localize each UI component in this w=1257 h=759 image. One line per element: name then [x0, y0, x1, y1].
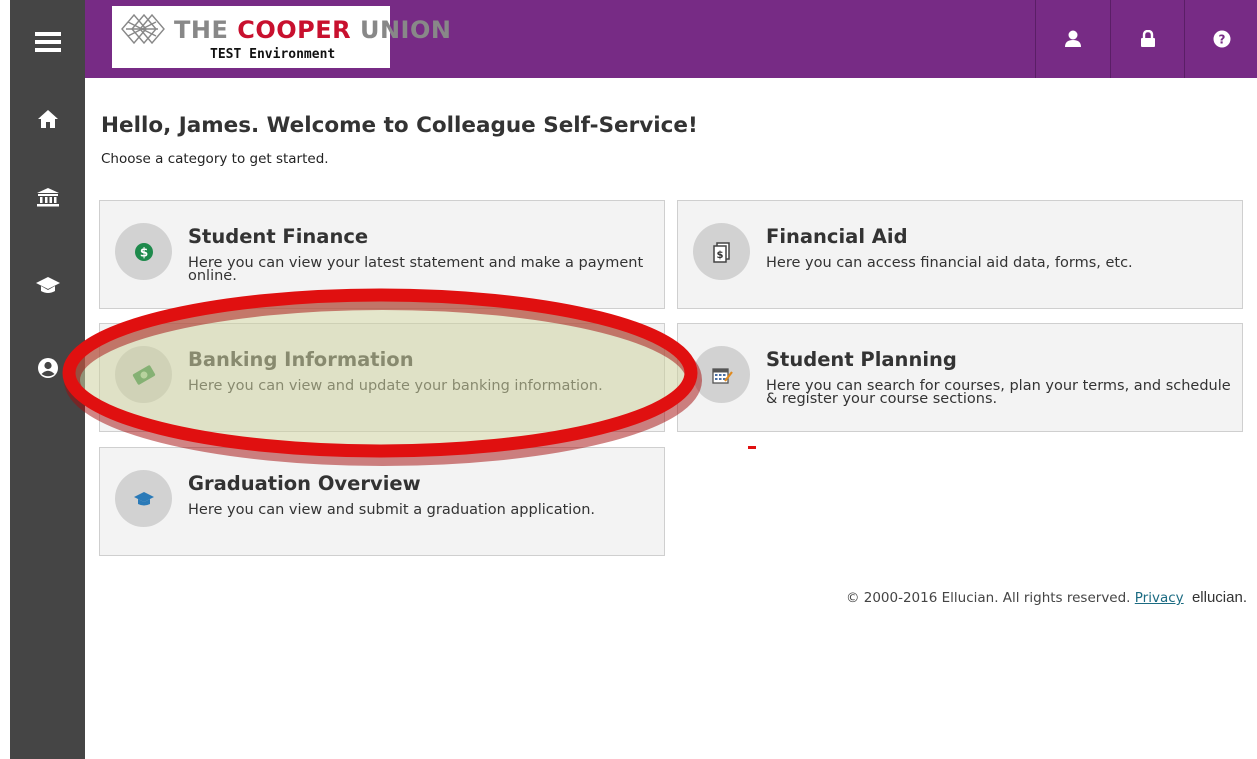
logo-title: THE COOPER UNION	[174, 16, 452, 44]
sidebar	[10, 0, 85, 759]
lock-button[interactable]	[1110, 0, 1185, 78]
annotation-mark	[748, 446, 756, 449]
tile-title: Financial Aid	[766, 225, 908, 248]
tile-icon-circle: $	[693, 223, 750, 280]
tile-icon-circle	[115, 470, 172, 527]
user-icon	[1065, 30, 1081, 47]
tile-icon-circle	[693, 346, 750, 403]
tile-title: Banking Information	[188, 348, 414, 371]
tile-student-planning[interactable]: Student Planning Here you can search for…	[677, 323, 1243, 432]
copyright-text: © 2000-2016 Ellucian. All rights reserve…	[845, 590, 1131, 606]
tile-description: Here you can view and submit a graduatio…	[188, 502, 595, 518]
svg-text:$: $	[139, 245, 147, 259]
money-bill-icon	[132, 364, 155, 385]
dollar-coin-icon: $	[134, 242, 153, 261]
dollar-document-icon: $	[712, 241, 730, 263]
tile-description: Here you can search for courses, plan yo…	[766, 378, 1231, 407]
svg-text:$: $	[716, 250, 723, 261]
user-circle-icon	[37, 358, 58, 378]
help-button[interactable]: ?	[1184, 0, 1257, 78]
graduation-cap-icon	[133, 491, 154, 505]
bank-icon	[36, 188, 59, 207]
tile-description: Here you can view and update your bankin…	[188, 378, 603, 394]
profile-button[interactable]	[10, 338, 85, 398]
cooper-union-logo[interactable]: THE COOPER UNION TEST Environment	[112, 6, 451, 68]
calendar-icon	[711, 367, 733, 384]
tile-description: Here you can access financial aid data, …	[766, 255, 1133, 271]
tile-title: Student Planning	[766, 348, 957, 371]
svg-text:?: ?	[1219, 33, 1226, 47]
user-button[interactable]	[1035, 0, 1110, 78]
lock-icon	[1141, 30, 1155, 47]
home-icon	[37, 110, 58, 128]
menu-icon	[34, 32, 61, 52]
tile-banking-information[interactable]: Banking Information Here you can view an…	[99, 323, 665, 432]
tile-icon-circle	[115, 346, 172, 403]
logo-subtitle: TEST Environment	[210, 47, 336, 62]
ellucian-logo: ellucian.	[1191, 589, 1247, 606]
top-header: THE COOPER UNION TEST Environment ?	[85, 0, 1257, 78]
page-subtitle: Choose a category to get started.	[101, 151, 329, 167]
tile-financial-aid[interactable]: $ Financial Aid Here you can access fina…	[677, 200, 1243, 309]
graduation-cap-icon	[35, 277, 60, 293]
tile-student-finance[interactable]: $ Student Finance Here you can view your…	[99, 200, 665, 309]
logo-mark-icon	[121, 13, 165, 45]
page-title: Hello, James. Welcome to Colleague Self-…	[101, 113, 698, 138]
finance-button[interactable]	[10, 167, 85, 227]
academics-button[interactable]	[10, 255, 85, 315]
footer: © 2000-2016 Ellucian. All rights reserve…	[846, 589, 1247, 606]
help-icon: ?	[1213, 30, 1231, 48]
tile-title: Student Finance	[188, 225, 369, 248]
tile-graduation-overview[interactable]: Graduation Overview Here you can view an…	[99, 447, 665, 556]
tile-icon-circle: $	[115, 223, 172, 280]
privacy-link[interactable]: Privacy	[1135, 590, 1184, 606]
home-button[interactable]	[10, 89, 85, 149]
tile-title: Graduation Overview	[188, 472, 421, 495]
tile-description: Here you can view your latest statement …	[188, 255, 644, 284]
menu-button[interactable]	[10, 12, 85, 72]
